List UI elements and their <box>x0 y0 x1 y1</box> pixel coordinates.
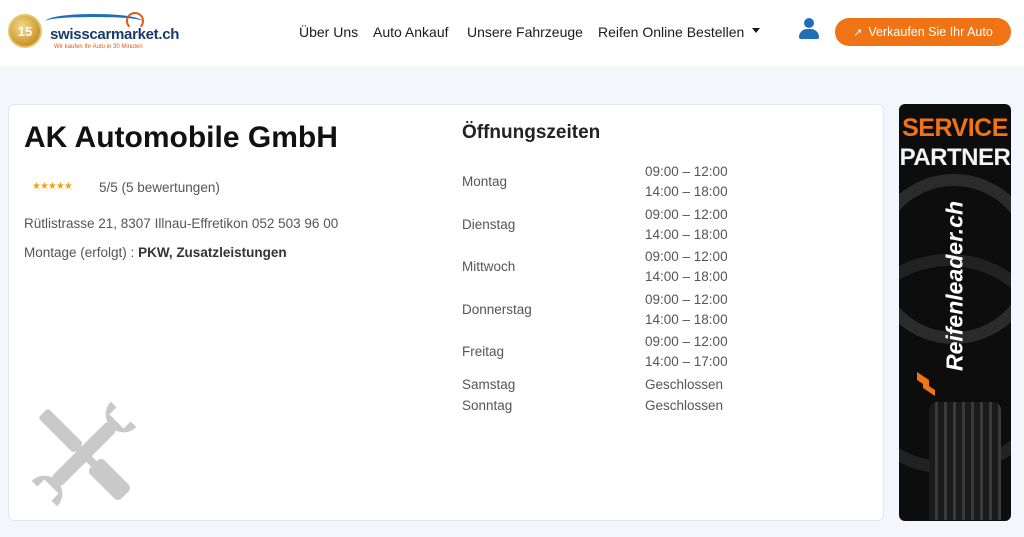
hours-row: Dienstag 09:00 – 12:00 14:00 – 18:00 <box>462 205 782 248</box>
ad-brand-text: Reifenleader.ch <box>941 200 968 372</box>
hours-time: 09:00 – 12:00 <box>645 291 728 307</box>
hours-row: Samstag Geschlossen <box>462 375 782 397</box>
nav-ueber-uns[interactable]: Über Uns <box>299 24 358 40</box>
hours-day: Samstag <box>462 376 516 392</box>
rating-stars-icon: ★★★★★ <box>32 181 73 192</box>
montage-label: Montage (erfolgt) : <box>24 245 139 260</box>
sell-car-button[interactable]: ↗ Verkaufen Sie Ihr Auto <box>835 18 1011 46</box>
wrench-screwdriver-icon <box>31 401 137 507</box>
site-logo[interactable]: 15 swisscarmarket.ch Wir kaufen Ihr Auto… <box>6 10 179 54</box>
hours-day: Sonntag <box>462 398 513 413</box>
hours-time: 09:00 – 12:00 <box>645 206 728 222</box>
hours-row: Mittwoch 09:00 – 12:00 14:00 – 18:00 <box>462 247 782 290</box>
hours-row: Donnerstag 09:00 – 12:00 14:00 – 18:00 <box>462 290 782 333</box>
hours-row: Montag 09:00 – 12:00 14:00 – 18:00 <box>462 162 782 205</box>
hours-time: 14:00 – 17:00 <box>645 354 728 369</box>
nav-auto-ankauf[interactable]: Auto Ankauf <box>373 24 449 40</box>
nav-unsere-fahrzeuge[interactable]: Unsere Fahrzeuge <box>467 24 583 40</box>
brand-mark-icon <box>917 372 935 396</box>
hours-row: Sonntag Geschlossen <box>462 396 782 418</box>
chevron-down-icon[interactable] <box>752 28 760 33</box>
hours-day: Montag <box>462 174 508 189</box>
hours-day: Freitag <box>462 344 505 359</box>
hours-time: 09:00 – 12:00 <box>645 249 728 264</box>
hours-row: Freitag 09:00 – 12:00 14:00 – 17:00 <box>462 332 782 375</box>
hours-time: 14:00 – 18:00 <box>645 269 728 284</box>
hours-time: 14:00 – 18:00 <box>645 226 728 242</box>
nav-reifen-online-bestellen[interactable]: Reifen Online Bestellen <box>598 24 744 40</box>
opening-hours-table: Montag 09:00 – 12:00 14:00 – 18:00 Diens… <box>462 162 782 418</box>
hours-time: Geschlossen <box>645 398 724 413</box>
sell-car-button-label: Verkaufen Sie Ihr Auto <box>868 25 993 39</box>
business-name: AK Automobile GmbH <box>24 121 338 154</box>
tire-tread-graphic <box>929 402 1001 520</box>
anniversary-badge-text: 15 <box>17 24 33 39</box>
hours-day: Donnerstag <box>462 301 532 317</box>
arrow-up-right-icon: ↗ <box>853 26 863 39</box>
hours-time: 09:00 – 12:00 <box>645 334 728 349</box>
business-address: Rütlistrasse 21, 8307 Illnau-Effretikon … <box>24 216 339 231</box>
logo-brand-text: swisscarmarket.ch <box>50 26 180 43</box>
site-header: 15 swisscarmarket.ch Wir kaufen Ihr Auto… <box>0 0 1024 66</box>
rating-text: 5/5 (5 bewertungen) <box>99 180 220 195</box>
hours-time: 14:00 – 18:00 <box>645 311 728 327</box>
opening-hours-title: Öffnungszeiten <box>462 122 601 143</box>
anniversary-badge-icon: 15 <box>8 14 42 48</box>
hours-time: 09:00 – 12:00 <box>645 164 728 179</box>
montage-info: Montage (erfolgt) : PKW, Zusatzleistunge… <box>24 245 287 260</box>
logo-tagline: Wir kaufen Ihr Auto in 30 Minuten <box>54 44 143 50</box>
hours-day: Mittwoch <box>462 259 516 274</box>
montage-value: PKW, Zusatzleistungen <box>138 245 287 260</box>
user-icon[interactable] <box>798 18 820 40</box>
service-partner-ad[interactable]: SERVICE PARTNER Reifenleader.ch <box>899 104 1011 521</box>
hours-time: 14:00 – 18:00 <box>645 184 728 199</box>
hours-time: Geschlossen <box>645 376 724 392</box>
hours-day: Dienstag <box>462 216 516 232</box>
